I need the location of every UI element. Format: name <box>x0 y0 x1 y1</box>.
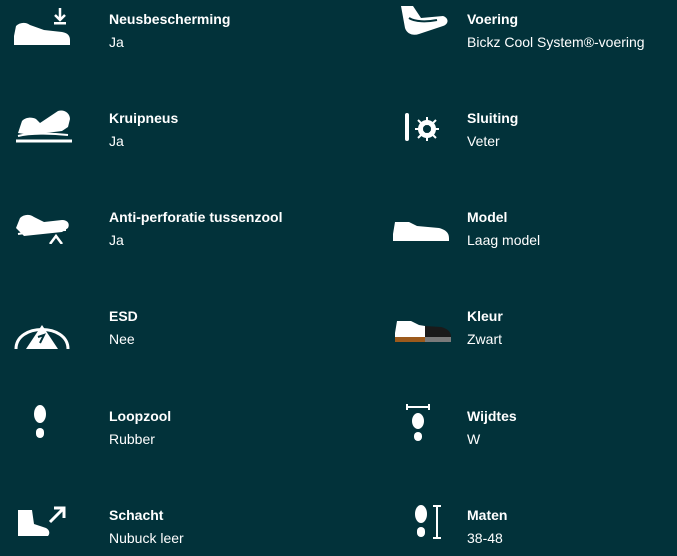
spec-item-anti-perforatie: Anti-perforatie tussenzool Ja <box>0 198 300 258</box>
spec-item-esd: ESD Nee <box>0 297 300 357</box>
spec-item-voering: Voering Bickz Cool System®-voering <box>385 0 677 60</box>
spec-value: Bickz Cool System®-voering <box>467 34 645 50</box>
spec-item-wijdtes: Wijdtes W <box>385 397 677 457</box>
crawl-toe-shoe-icon <box>10 103 74 143</box>
boot-shaft-icon <box>10 500 74 540</box>
spec-label: Wijdtes <box>467 408 517 424</box>
spec-label: Model <box>467 209 508 225</box>
spec-value: Ja <box>109 34 124 50</box>
spec-value: Zwart <box>467 331 502 347</box>
spec-value: W <box>467 431 481 447</box>
spec-label: Neusbescherming <box>109 11 231 27</box>
spec-label: Kruipneus <box>109 110 179 126</box>
safety-toe-shoe-icon <box>10 6 74 46</box>
spec-value: Ja <box>109 232 124 248</box>
spec-value: Veter <box>467 133 500 149</box>
spec-label: Kleur <box>467 308 503 324</box>
width-footprint-icon <box>397 401 461 441</box>
spec-label: Maten <box>467 507 508 523</box>
low-model-shoe-icon <box>389 208 453 248</box>
spec-item-sluiting: Sluiting Veter <box>385 99 677 159</box>
spec-label: ESD <box>109 308 138 324</box>
spec-item-maten: Maten 38-48 <box>385 496 677 556</box>
spec-item-kruipneus: Kruipneus Ja <box>0 99 300 159</box>
spec-value: Laag model <box>467 232 541 248</box>
footprint-icon <box>10 403 74 443</box>
spec-label: Loopzool <box>109 408 172 424</box>
specs-column-left: Neusbescherming Ja Kruipneus Ja Anti-per… <box>0 0 330 546</box>
spec-label: Anti-perforatie tussenzool <box>109 209 283 225</box>
spec-value: Nee <box>109 331 135 347</box>
spec-value: Ja <box>109 133 124 149</box>
product-specs-grid: Neusbescherming Ja Kruipneus Ja Anti-per… <box>0 0 677 546</box>
size-footprint-icon <box>397 500 461 540</box>
spec-label: Sluiting <box>467 110 519 126</box>
spec-label: Schacht <box>109 507 164 523</box>
closure-icon <box>397 107 461 147</box>
spec-label: Voering <box>467 11 519 27</box>
spec-item-kleur: Kleur Zwart <box>385 297 677 357</box>
anti-perforation-shoe-icon <box>10 204 74 244</box>
spec-item-model: Model Laag model <box>385 198 677 258</box>
lining-shoe-icon <box>393 2 457 42</box>
color-shoe-icon <box>391 307 455 347</box>
esd-warning-icon <box>10 313 74 353</box>
spec-value: Rubber <box>109 431 155 447</box>
spec-item-neusbescherming: Neusbescherming Ja <box>0 0 300 60</box>
spec-item-schacht: Schacht Nubuck leer <box>0 496 300 556</box>
spec-item-loopzool: Loopzool Rubber <box>0 397 300 457</box>
specs-column-right: Voering Bickz Cool System®-voering Sluit… <box>385 0 677 546</box>
